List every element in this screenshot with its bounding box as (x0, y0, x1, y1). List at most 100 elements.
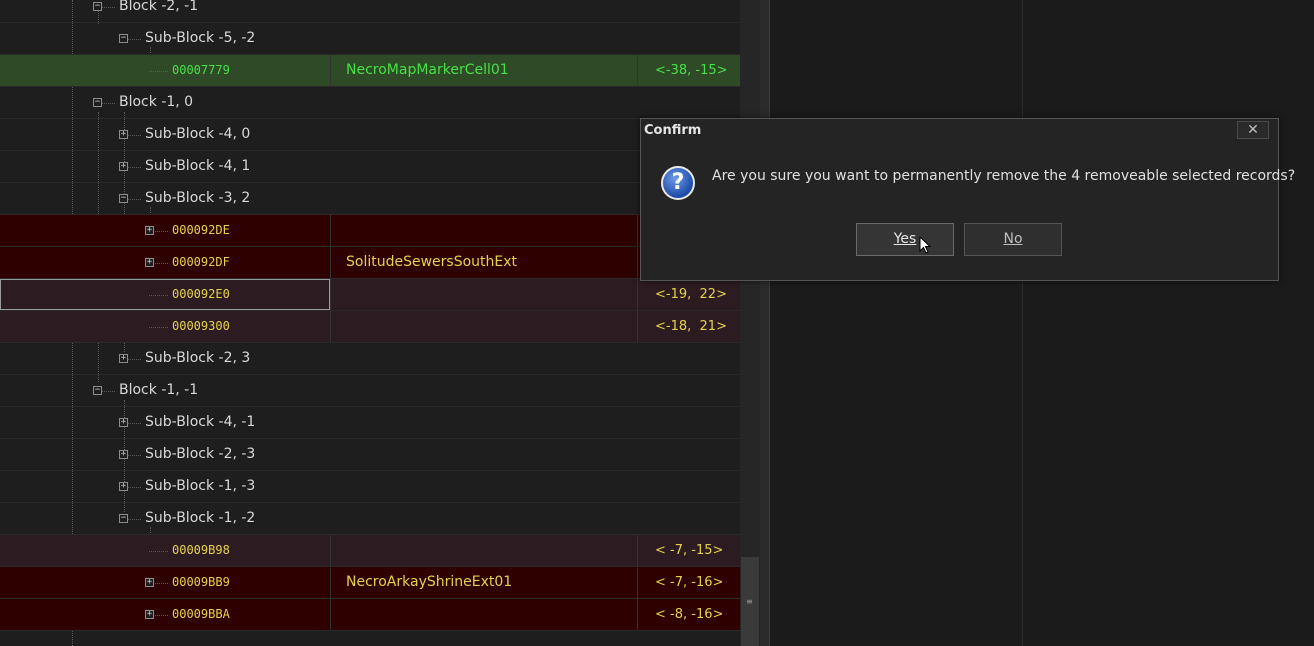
formid-cell[interactable]: − Sub-Block -3, 2 (0, 183, 330, 214)
subblock-row[interactable]: − Sub-Block -1, -2 (0, 503, 740, 535)
pane-splitter[interactable] (760, 0, 770, 646)
name-cell[interactable] (330, 471, 637, 502)
yes-button[interactable]: Yes (856, 223, 954, 256)
coord-cell[interactable] (637, 87, 740, 118)
formid-cell[interactable]: − Sub-Block -5, -2 (0, 23, 330, 54)
block-row[interactable]: − Block -1, -1 (0, 375, 740, 407)
name-cell[interactable] (330, 375, 637, 406)
formid-cell[interactable]: +00009BBA (0, 599, 330, 630)
name-cell[interactable] (330, 439, 637, 470)
collapse-icon[interactable]: − (93, 386, 102, 395)
collapse-icon[interactable]: − (93, 2, 102, 11)
collapse-icon[interactable]: − (119, 34, 128, 43)
formid-cell[interactable]: − Sub-Block -1, -2 (0, 503, 330, 534)
name-cell[interactable] (330, 87, 637, 118)
formid-cell[interactable]: − Block -1, -1 (0, 375, 330, 406)
subblock-label: Sub-Block -4, 0 (145, 126, 251, 142)
coord-cell[interactable] (637, 471, 740, 502)
coord-cell[interactable] (637, 407, 740, 438)
formid-cell[interactable]: − Block -1, 0 (0, 87, 330, 118)
subblock-row[interactable]: − Sub-Block -3, 2 (0, 183, 740, 215)
record-row[interactable]: +000092DF SolitudeSewersSouthExt (0, 247, 740, 279)
record-row[interactable]: 00009300 <-18, 21> (0, 311, 740, 343)
expand-icon[interactable]: + (119, 450, 128, 459)
formid-cell[interactable]: + Sub-Block -2, 3 (0, 343, 330, 374)
subblock-row[interactable]: + Sub-Block -4, 1 (0, 151, 740, 183)
scrollbar-thumb[interactable]: ≡ (741, 557, 759, 646)
expand-icon[interactable]: + (119, 162, 128, 171)
name-cell[interactable] (330, 599, 638, 630)
collapse-icon[interactable]: − (119, 514, 128, 523)
subblock-row[interactable]: + Sub-Block -2, 3 (0, 343, 740, 375)
coord-cell[interactable] (637, 23, 740, 54)
coord-cell[interactable] (637, 503, 740, 534)
record-row[interactable]: 00009B98 < -7, -15> (0, 535, 740, 567)
name-cell[interactable] (330, 279, 638, 310)
name-cell[interactable] (330, 183, 637, 214)
formid-cell[interactable]: + Sub-Block -4, 0 (0, 119, 330, 150)
coord-cell[interactable] (637, 0, 740, 22)
formid-cell[interactable]: 00007779 (0, 55, 330, 86)
record-row[interactable]: +00009BBA < -8, -16> (0, 599, 740, 631)
name-cell[interactable] (330, 215, 638, 246)
collapse-icon[interactable]: − (93, 98, 102, 107)
coord-cell[interactable] (637, 343, 740, 374)
tree-scrollbar[interactable]: ≡ (740, 0, 760, 646)
name-cell[interactable] (330, 23, 637, 54)
name-cell[interactable] (330, 343, 637, 374)
record-row[interactable]: +000092DE (0, 215, 740, 247)
record-row[interactable]: +00009BB9 NecroArkayShrineExt01 < -7, -16> (0, 567, 740, 599)
name-cell[interactable]: SolitudeSewersSouthExt (330, 247, 638, 278)
block-label: Block -1, 0 (119, 94, 194, 110)
record-tree[interactable]: − Block -2, -1 − Sub-Block -5, -2 00007779 Ne… (0, 0, 740, 646)
expand-icon[interactable]: + (119, 130, 128, 139)
subblock-row[interactable]: + Sub-Block -2, -3 (0, 439, 740, 471)
block-row[interactable]: − Block -2, -1 (0, 0, 740, 23)
no-button[interactable]: No (964, 223, 1062, 256)
formid-cell[interactable]: +000092DF (0, 247, 330, 278)
formid-cell[interactable]: 000092E0 (0, 279, 330, 310)
formid-cell[interactable]: 00009300 (0, 311, 330, 342)
formid-cell[interactable]: + Sub-Block -1, -3 (0, 471, 330, 502)
subblock-row[interactable]: + Sub-Block -4, -1 (0, 407, 740, 439)
formid-cell[interactable]: 00009B98 (0, 535, 330, 566)
formid-cell[interactable]: − Block -2, -1 (0, 0, 330, 22)
close-icon[interactable]: ✕ (1237, 121, 1269, 139)
formid-cell[interactable]: + Sub-Block -2, -3 (0, 439, 330, 470)
formid-cell[interactable]: + Sub-Block -4, -1 (0, 407, 330, 438)
expand-icon[interactable]: + (119, 482, 128, 491)
formid-cell[interactable]: + Sub-Block -4, 1 (0, 151, 330, 182)
expand-icon[interactable]: + (145, 226, 154, 235)
formid-cell[interactable]: +00009BB9 (0, 567, 330, 598)
name-cell[interactable]: NecroArkayShrineExt01 (330, 567, 638, 598)
subblock-row[interactable]: + Sub-Block -1, -3 (0, 471, 740, 503)
expand-icon[interactable]: + (119, 418, 128, 427)
block-row[interactable]: − Block -1, 0 (0, 87, 740, 119)
expand-icon[interactable]: + (145, 610, 154, 619)
name-cell[interactable] (330, 535, 638, 566)
coord-cell[interactable]: < -7, -16> (637, 567, 740, 598)
formid-cell[interactable]: +000092DE (0, 215, 330, 246)
name-cell[interactable] (330, 407, 637, 438)
name-cell[interactable] (330, 311, 638, 342)
coord-cell[interactable]: <-38, -15> (637, 55, 740, 86)
expand-icon[interactable]: + (145, 578, 154, 587)
subblock-row[interactable]: + Sub-Block -4, 0 (0, 119, 740, 151)
collapse-icon[interactable]: − (119, 194, 128, 203)
name-cell[interactable] (330, 151, 637, 182)
coord-cell[interactable] (637, 439, 740, 470)
name-cell[interactable]: NecroMapMarkerCell01 (330, 55, 638, 86)
record-row[interactable]: 000092E0 <-19, 22> (0, 279, 740, 311)
coord-cell[interactable] (637, 375, 740, 406)
coord-cell[interactable]: <-19, 22> (637, 279, 740, 310)
name-cell[interactable] (330, 503, 637, 534)
expand-icon[interactable]: + (145, 258, 154, 267)
name-cell[interactable] (330, 119, 637, 150)
coord-cell[interactable]: <-18, 21> (637, 311, 740, 342)
name-cell[interactable] (330, 0, 637, 22)
record-row[interactable]: 00007779 NecroMapMarkerCell01 <-38, -15> (0, 55, 740, 87)
coord-cell[interactable]: < -7, -15> (637, 535, 740, 566)
subblock-row[interactable]: − Sub-Block -5, -2 (0, 23, 740, 55)
expand-icon[interactable]: + (119, 354, 128, 363)
coord-cell[interactable]: < -8, -16> (637, 599, 740, 630)
